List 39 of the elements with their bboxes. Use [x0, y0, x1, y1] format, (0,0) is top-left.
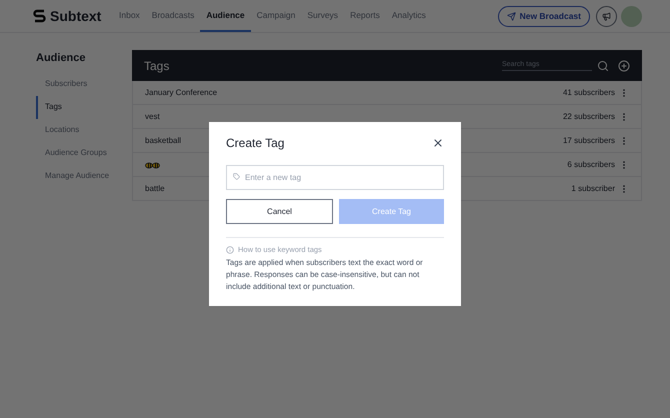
panel-title: Tags: [144, 58, 170, 74]
brand-name: Subtext: [50, 6, 102, 26]
sidebar-item[interactable]: Subscribers: [36, 72, 132, 96]
subscriber-count: 41 subscribers: [562, 86, 615, 98]
megaphone-icon: [602, 12, 611, 20]
tag-name: January Conference: [145, 86, 218, 98]
tag-name: basketball: [145, 134, 182, 146]
announcement-button[interactable]: [596, 6, 617, 26]
subscriber-count: 17 subscribers: [562, 134, 615, 146]
tag-name: battle: [145, 182, 165, 194]
subscriber-count: 1 subscriber: [571, 182, 615, 194]
cancel-button[interactable]: Cancel: [226, 199, 333, 224]
nav-tab[interactable]: Broadcasts: [146, 0, 200, 32]
send-icon: [506, 12, 516, 20]
sidebar-item[interactable]: Tags: [36, 96, 132, 118]
tag-icon: [233, 173, 240, 180]
add-icon: [618, 60, 630, 72]
sidebar-item[interactable]: Manage Audience: [36, 164, 132, 188]
nav-tab[interactable]: Audience: [200, 0, 251, 32]
subscriber-count: 6 subscribers: [567, 158, 615, 170]
sidebar-item[interactable]: Audience Groups: [36, 142, 132, 164]
nav-tab[interactable]: Campaign: [250, 0, 302, 32]
search-icon: [597, 60, 609, 72]
bee-emoji-icon: [145, 160, 160, 170]
nav-tab[interactable]: Analytics: [386, 0, 432, 32]
nav-tab[interactable]: Reports: [344, 0, 386, 32]
nav-tab[interactable]: Surveys: [301, 0, 344, 32]
subscriber-count: 22 subscribers: [562, 110, 615, 122]
sidebar-title: Audience: [36, 51, 87, 66]
nav-tab[interactable]: Inbox: [113, 0, 146, 32]
new-broadcast-button[interactable]: New Broadcast: [498, 6, 590, 26]
logo-icon: [33, 8, 46, 24]
close-icon: [432, 137, 444, 149]
tag-name: vest: [145, 110, 160, 122]
tag-row[interactable]: January Conference 41 subscribers: [132, 81, 642, 105]
tag-input-field[interactable]: Enter a new tag: [226, 165, 444, 190]
info-icon: [226, 246, 234, 254]
sidebar-item[interactable]: Locations: [36, 118, 132, 142]
dialog-title: Create Tag: [226, 135, 284, 152]
